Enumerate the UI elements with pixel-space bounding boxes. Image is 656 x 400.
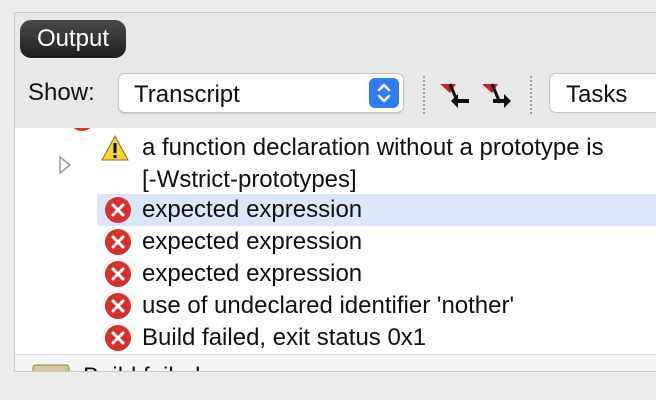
error-message: expected expression — [142, 228, 363, 255]
toolbar-separator — [423, 76, 425, 114]
warning-icon — [101, 134, 129, 161]
error-message: use of undeclared identifier 'nother' — [142, 292, 515, 319]
build-icon — [32, 364, 70, 371]
show-select[interactable]: Transcript — [118, 73, 404, 113]
warning-message-flag: [-Wstrict-prototypes] — [142, 166, 357, 193]
chevron-up-down-icon — [369, 78, 399, 108]
error-icon — [105, 293, 131, 319]
list-item[interactable]: use of undeclared identifier 'nother' — [15, 290, 656, 322]
list-item[interactable]: expected expression — [15, 258, 656, 290]
list-item[interactable]: a function declaration without a prototy… — [15, 132, 656, 193]
list-item[interactable]: expected expression — [15, 226, 656, 258]
toolbar-separator — [530, 76, 532, 114]
previous-issue-icon — [440, 83, 469, 108]
error-message: expected expression — [142, 196, 363, 223]
previous-issue-button[interactable] — [438, 79, 472, 111]
bottom-row[interactable]: Build failed — [15, 354, 656, 371]
list-item[interactable]: Build failed, exit status 0x1 — [15, 322, 656, 354]
error-icon — [105, 229, 131, 255]
error-message: expected expression — [142, 260, 363, 287]
list-item[interactable]: expected expression — [15, 194, 656, 226]
output-button[interactable]: Output — [20, 20, 126, 58]
show-label: Show: — [28, 79, 95, 106]
issue-list[interactable]: a function declaration without a prototy… — [15, 128, 656, 354]
next-issue-icon — [482, 83, 511, 108]
error-message: Build failed, exit status 0x1 — [142, 324, 427, 351]
show-select-value: Transcript — [134, 81, 240, 108]
build-failed-label: Build failed — [83, 363, 200, 371]
tasks-select-value: Tasks — [566, 81, 628, 108]
disclosure-triangle-icon[interactable] — [58, 154, 72, 176]
error-icon — [105, 261, 131, 287]
error-icon — [105, 197, 131, 223]
tasks-select[interactable]: Tasks — [549, 73, 656, 113]
next-issue-button[interactable] — [480, 79, 514, 111]
warning-message: a function declaration without a prototy… — [142, 134, 604, 161]
error-icon — [105, 325, 131, 351]
